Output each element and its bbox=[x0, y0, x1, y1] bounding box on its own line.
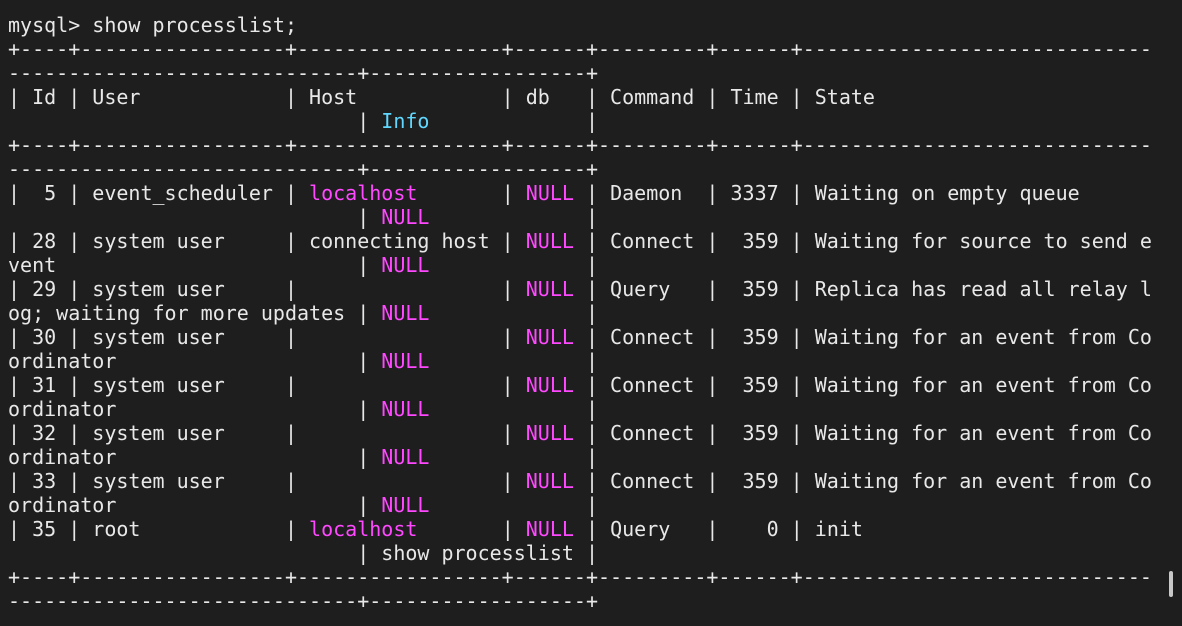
highlighted-text: NULL bbox=[381, 445, 430, 469]
terminal-text: | 32 | system user | | bbox=[8, 421, 526, 445]
terminal-text: | Query | 0 | init bbox=[573, 517, 863, 541]
terminal-text: | 5 | event_scheduler | bbox=[8, 181, 310, 205]
terminal-text: | bbox=[429, 349, 599, 373]
terminal-text: og; waiting for more updates | bbox=[8, 301, 382, 325]
terminal-text: | bbox=[429, 205, 599, 229]
terminal-line: | 33 | system user | | NULL | Connect | … bbox=[8, 469, 1158, 493]
highlighted-text: NULL bbox=[381, 349, 430, 373]
terminal-window[interactable]: mysql> show processlist; +----+----------… bbox=[0, 0, 1182, 626]
terminal-text: | bbox=[429, 253, 599, 277]
terminal-text: vent | bbox=[8, 253, 382, 277]
terminal-line: +----+-----------------+----------------… bbox=[8, 37, 1158, 61]
terminal-line: vent | NULL | bbox=[8, 253, 1158, 277]
highlighted-text: localhost bbox=[309, 517, 418, 541]
terminal-text: | bbox=[8, 205, 382, 229]
terminal-text: -----------------------------+----------… bbox=[8, 157, 599, 181]
terminal-line: -----------------------------+----------… bbox=[8, 61, 1158, 85]
terminal-line: | 28 | system user | connecting host | N… bbox=[8, 229, 1158, 253]
terminal-text: | bbox=[417, 517, 526, 541]
highlighted-text: NULL bbox=[525, 469, 574, 493]
terminal-text: +----+-----------------+----------------… bbox=[8, 37, 1152, 61]
highlighted-text: NULL bbox=[525, 325, 574, 349]
terminal-text: ordinator | bbox=[8, 397, 382, 421]
terminal-text: | bbox=[429, 301, 599, 325]
terminal-text: | bbox=[429, 109, 599, 133]
highlighted-text: NULL bbox=[525, 373, 574, 397]
highlighted-text: NULL bbox=[381, 205, 430, 229]
terminal-text: | 30 | system user | | bbox=[8, 325, 526, 349]
terminal-text: | Query | 359 | Replica has read all rel… bbox=[573, 277, 1152, 301]
terminal-text: +----+-----------------+----------------… bbox=[8, 565, 1152, 589]
highlighted-text: NULL bbox=[525, 517, 574, 541]
terminal-line: +----+-----------------+----------------… bbox=[8, 565, 1158, 589]
highlighted-text: NULL bbox=[381, 253, 430, 277]
highlighted-text: Info bbox=[381, 109, 430, 133]
highlighted-text: NULL bbox=[525, 277, 574, 301]
highlighted-text: NULL bbox=[381, 397, 430, 421]
terminal-line: | 5 | event_scheduler | localhost | NULL… bbox=[8, 181, 1158, 205]
terminal-text: | Connect | 359 | Waiting for source to … bbox=[573, 229, 1152, 253]
terminal-text: ordinator | bbox=[8, 493, 382, 517]
highlighted-text: NULL bbox=[381, 493, 430, 517]
terminal-line: mysql> show processlist; bbox=[8, 13, 1158, 37]
terminal-line: | NULL | bbox=[8, 205, 1158, 229]
terminal-text: | 33 | system user | | bbox=[8, 469, 526, 493]
terminal-line: | show processlist | bbox=[8, 541, 1158, 565]
terminal-text: | 28 | system user | connecting host | bbox=[8, 229, 526, 253]
terminal-line: ordinator | NULL | bbox=[8, 397, 1158, 421]
terminal-line: -----------------------------+----------… bbox=[8, 589, 1158, 613]
terminal-text: | bbox=[429, 397, 599, 421]
highlighted-text: NULL bbox=[381, 301, 430, 325]
terminal-line: ordinator | NULL | bbox=[8, 349, 1158, 373]
highlighted-text: NULL bbox=[525, 229, 574, 253]
terminal-output[interactable]: mysql> show processlist; +----+----------… bbox=[8, 13, 1158, 626]
terminal-line: | Id | User | Host | db | Command | Time… bbox=[8, 85, 1158, 109]
terminal-line: ordinator | NULL | bbox=[8, 493, 1158, 517]
terminal-text: | 31 | system user | | bbox=[8, 373, 526, 397]
highlighted-text: localhost bbox=[309, 181, 418, 205]
terminal-text: | bbox=[429, 445, 599, 469]
terminal-text: | Id | User | Host | db | Command | Time… bbox=[8, 85, 875, 109]
terminal-line: og; waiting for more updates | NULL | bbox=[8, 301, 1158, 325]
terminal-text: -----------------------------+----------… bbox=[8, 61, 599, 85]
terminal-text: ordinator | bbox=[8, 445, 382, 469]
terminal-text: | Connect | 359 | Waiting for an event f… bbox=[573, 421, 1152, 445]
terminal-text: | Daemon | 3337 | Waiting on empty queue bbox=[573, 181, 1080, 205]
terminal-line: | 35 | root | localhost | NULL | Query |… bbox=[8, 517, 1158, 541]
terminal-text: | bbox=[429, 493, 599, 517]
terminal-line: | 31 | system user | | NULL | Connect | … bbox=[8, 373, 1158, 397]
terminal-line: | 30 | system user | | NULL | Connect | … bbox=[8, 325, 1158, 349]
scrollbar-thumb[interactable] bbox=[1169, 571, 1173, 597]
terminal-text: | 29 | system user | | bbox=[8, 277, 526, 301]
terminal-line: | Info | bbox=[8, 109, 1158, 133]
terminal-text: +----+-----------------+----------------… bbox=[8, 133, 1152, 157]
terminal-line: ordinator | NULL | bbox=[8, 445, 1158, 469]
terminal-text: | Connect | 359 | Waiting for an event f… bbox=[573, 325, 1152, 349]
terminal-text: | show processlist | bbox=[8, 541, 599, 565]
terminal-text: | Connect | 359 | Waiting for an event f… bbox=[573, 373, 1152, 397]
terminal-line: +----+-----------------+----------------… bbox=[8, 133, 1158, 157]
terminal-text: -----------------------------+----------… bbox=[8, 589, 599, 613]
terminal-text: | Connect | 359 | Waiting for an event f… bbox=[573, 469, 1152, 493]
vertical-scrollbar[interactable] bbox=[1158, 0, 1182, 626]
terminal-line: -----------------------------+----------… bbox=[8, 157, 1158, 181]
terminal-line: | 29 | system user | | NULL | Query | 35… bbox=[8, 277, 1158, 301]
terminal-text: mysql> show processlist; bbox=[8, 13, 297, 37]
highlighted-text: NULL bbox=[525, 421, 574, 445]
terminal-text: | 35 | root | bbox=[8, 517, 310, 541]
highlighted-text: NULL bbox=[525, 181, 574, 205]
terminal-text: | bbox=[8, 109, 382, 133]
terminal-line: | 32 | system user | | NULL | Connect | … bbox=[8, 421, 1158, 445]
terminal-text: | bbox=[417, 181, 526, 205]
terminal-text: ordinator | bbox=[8, 349, 382, 373]
